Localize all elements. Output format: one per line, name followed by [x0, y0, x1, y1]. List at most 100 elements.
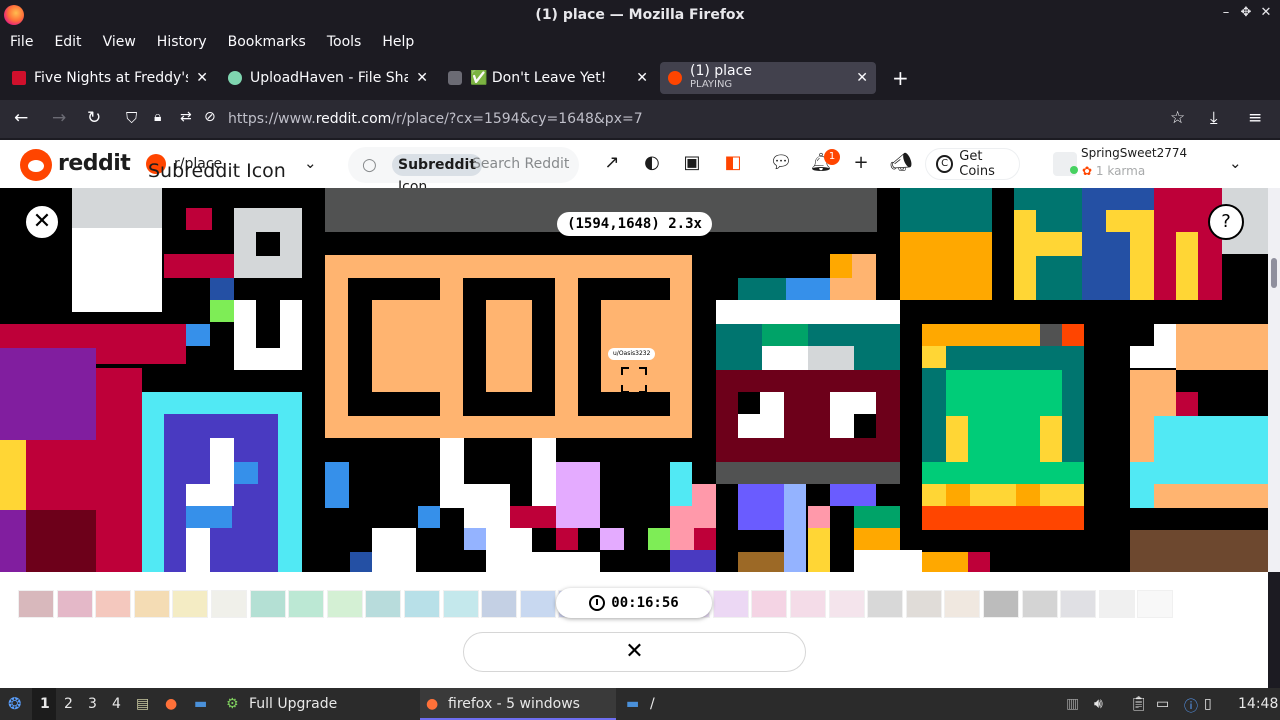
tab-uploadhaven[interactable]: UploadHaven - File Sharin ✕ [220, 62, 436, 94]
color-swatch[interactable] [1021, 590, 1058, 618]
close-window-button[interactable]: ✕ [1256, 5, 1276, 20]
clipboard-icon[interactable]: 📋︎ [1130, 696, 1148, 712]
tab-close-icon[interactable]: ✕ [856, 70, 868, 86]
color-swatch[interactable] [867, 590, 904, 618]
color-swatch[interactable] [326, 590, 363, 618]
color-swatch[interactable] [983, 590, 1019, 618]
advertise-megaphone-icon[interactable]: 📣︎ [889, 152, 913, 173]
battery-icon[interactable]: ▯ [1204, 696, 1212, 712]
menu-view[interactable]: View [103, 34, 136, 50]
color-swatch[interactable] [404, 590, 440, 618]
menu-bookmarks[interactable]: Bookmarks [228, 34, 306, 50]
color-swatch[interactable] [211, 590, 247, 618]
coordinates-zoom-readout: (1594,1648) 2.3x [557, 212, 712, 236]
rpan-icon[interactable]: ◧ [721, 152, 745, 173]
search-bar[interactable]: ○ Subreddit Search Reddit Icon [348, 147, 579, 195]
close-palette-button[interactable]: ✕ [463, 632, 806, 672]
back-arrow-icon[interactable]: ← [14, 108, 28, 128]
color-swatch[interactable] [712, 590, 749, 618]
help-button[interactable]: ? [1208, 204, 1244, 240]
video-icon[interactable]: ▣ [680, 152, 704, 173]
lock-icon[interactable]: 🔒︎ [154, 109, 161, 125]
search-subreddit-pill[interactable]: Subreddit [392, 154, 483, 176]
username[interactable]: SpringSweet2774 [1081, 146, 1187, 160]
hamburger-menu-icon[interactable]: ≡ [1248, 108, 1262, 128]
folder-task-label[interactable]: / [650, 696, 655, 712]
workspace-1[interactable]: 1 [40, 696, 50, 712]
tab-place[interactable]: (1) place PLAYING ✕ [660, 62, 876, 94]
user-menu-chevron-icon[interactable]: ⌄ [1229, 154, 1242, 172]
color-swatch[interactable] [905, 590, 942, 618]
menu-help[interactable]: Help [382, 34, 414, 50]
tray-drive-icon[interactable]: ▥ [1066, 696, 1079, 712]
color-swatch[interactable] [944, 590, 981, 618]
color-swatch[interactable] [828, 590, 865, 618]
pixel-block [762, 324, 808, 346]
full-upgrade-task[interactable]: Full Upgrade [249, 696, 337, 712]
coins-icon[interactable]: ◐ [640, 152, 664, 173]
color-swatch[interactable] [133, 590, 170, 618]
reddit-wordmark[interactable]: reddit [58, 151, 131, 176]
color-swatch[interactable] [442, 590, 479, 618]
clock-icon [589, 595, 606, 611]
color-swatch[interactable] [790, 590, 826, 618]
avatar[interactable] [1053, 152, 1078, 176]
file-manager-icon[interactable]: ▤ [136, 696, 149, 712]
scrollbar[interactable] [1268, 188, 1280, 572]
volume-icon[interactable]: 🔊︎ [1094, 696, 1103, 712]
color-swatch[interactable] [751, 590, 788, 618]
network-icon[interactable]: ▭ [1156, 696, 1169, 712]
menu-tools[interactable]: Tools [327, 34, 362, 50]
tab-close-icon[interactable]: ✕ [196, 70, 208, 86]
color-swatch[interactable] [481, 590, 518, 618]
color-swatch[interactable] [1060, 590, 1097, 618]
reddit-logo-icon[interactable] [20, 149, 52, 181]
start-menu-icon[interactable]: ❂ [8, 694, 21, 713]
url-bar[interactable]: ⛉ 🔒︎ ⇄ ⊘ https://www.reddit.com/r/place/… [118, 104, 1202, 134]
tab-dont-leave[interactable]: ✅ Don't Leave Yet! ✕ [440, 62, 656, 94]
tab-fnaf[interactable]: Five Nights at Freddy's: S ✕ [4, 62, 216, 94]
close-canvas-button[interactable]: ✕ [24, 204, 60, 240]
reload-icon[interactable]: ↻ [87, 108, 101, 128]
permissions-icon[interactable]: ⇄ [180, 109, 192, 125]
menu-history[interactable]: History [157, 34, 207, 50]
color-swatch[interactable] [288, 590, 325, 618]
workspace-4[interactable]: 4 [112, 696, 121, 712]
tab-close-icon[interactable]: ✕ [416, 70, 428, 86]
maximize-button[interactable]: ✥ [1236, 5, 1256, 20]
forward-arrow-icon[interactable]: → [52, 108, 66, 128]
clock-time[interactable]: 14:48 [1238, 696, 1278, 712]
color-swatch[interactable] [95, 590, 132, 618]
scrollbar-thumb[interactable] [1271, 258, 1277, 288]
get-coins-button[interactable]: C Get Coins [925, 148, 1020, 180]
color-swatch[interactable] [249, 590, 286, 618]
url-text[interactable]: https://www.reddit.com/r/place/?cx=1594&… [228, 111, 643, 127]
color-swatch[interactable] [56, 590, 93, 618]
color-swatch[interactable] [18, 590, 54, 618]
search-placeholder[interactable]: Search Reddit [472, 156, 569, 172]
tab-close-icon[interactable]: ✕ [636, 70, 648, 86]
color-swatch[interactable] [172, 590, 209, 618]
shield-icon[interactable]: ⛉ [126, 109, 137, 127]
chevron-down-icon[interactable]: ⌄ [304, 154, 317, 172]
minimize-button[interactable]: – [1216, 5, 1236, 20]
color-swatch[interactable] [1137, 590, 1174, 618]
folder-launcher-icon[interactable]: ▬ [194, 696, 207, 712]
pixel-block [716, 300, 900, 324]
workspace-3[interactable]: 3 [88, 696, 97, 712]
bookmark-star-icon[interactable]: ☆ [1170, 108, 1185, 128]
chat-icon[interactable]: 💬︎ [769, 152, 793, 173]
menu-edit[interactable]: Edit [54, 34, 81, 50]
create-post-icon[interactable]: + [849, 152, 873, 173]
updates-icon[interactable]: ⓘ [1184, 696, 1198, 716]
autoplay-blocked-icon[interactable]: ⊘ [204, 109, 216, 125]
color-swatch[interactable] [365, 590, 402, 618]
downloads-icon[interactable]: ⤓ [1210, 108, 1218, 128]
firefox-launcher-icon[interactable]: ● [165, 696, 177, 712]
color-swatch[interactable] [1098, 590, 1135, 618]
popular-icon[interactable]: ↗ [600, 152, 624, 173]
new-tab-button[interactable]: + [892, 66, 909, 90]
menu-file[interactable]: File [10, 34, 33, 50]
color-swatch[interactable] [519, 590, 556, 618]
workspace-2[interactable]: 2 [64, 696, 73, 712]
